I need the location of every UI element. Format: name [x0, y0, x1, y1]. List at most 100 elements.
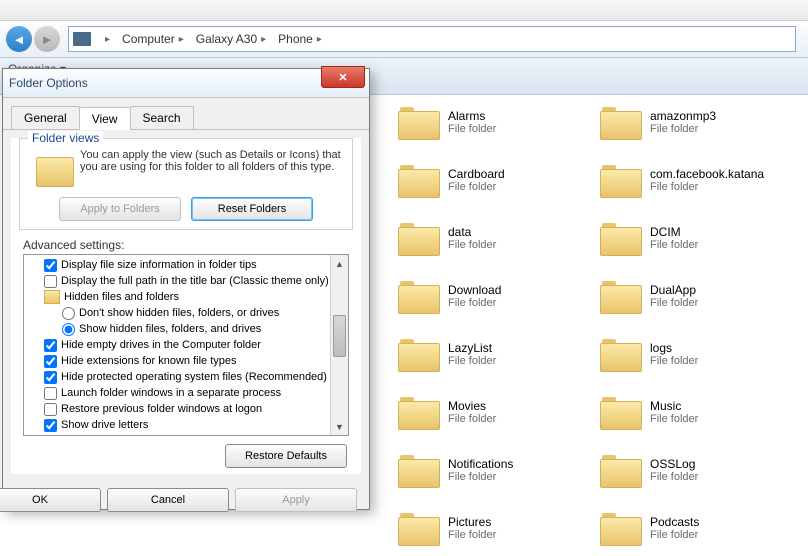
- folder-item[interactable]: CardboardFile folder: [398, 152, 590, 208]
- folder-name: Podcasts: [650, 515, 699, 529]
- breadcrumb-segment[interactable]: Galaxy A30 ▸: [190, 32, 272, 46]
- folder-item[interactable]: PodcastsFile folder: [600, 500, 792, 556]
- tree-label: Display the full path in the title bar (…: [61, 275, 329, 287]
- tree-row[interactable]: Show encrypted or compressed NTFS files …: [26, 433, 346, 436]
- folder-type: File folder: [650, 123, 716, 135]
- folder-item[interactable]: dataFile folder: [398, 210, 590, 266]
- folder-name: Pictures: [448, 515, 496, 529]
- checkbox[interactable]: [44, 275, 57, 288]
- folder-item[interactable]: DownloadFile folder: [398, 268, 590, 324]
- apply-to-folders-button[interactable]: Apply to Folders: [59, 197, 181, 221]
- checkbox[interactable]: [44, 403, 57, 416]
- tree-row[interactable]: Don't show hidden files, folders, or dri…: [26, 305, 346, 321]
- reset-folders-button[interactable]: Reset Folders: [191, 197, 313, 221]
- checkbox[interactable]: [44, 419, 57, 432]
- back-button[interactable]: ◄: [6, 26, 32, 52]
- folder-icon: [44, 290, 60, 304]
- folder-type: File folder: [650, 297, 698, 309]
- tree-row[interactable]: Hide protected operating system files (R…: [26, 369, 346, 385]
- breadcrumb-segment[interactable]: Computer ▸: [116, 32, 190, 46]
- breadcrumb-segment[interactable]: ▸: [95, 34, 116, 45]
- folder-icon: [398, 278, 440, 314]
- tree-row[interactable]: Hide extensions for known file types: [26, 353, 346, 369]
- folder-name: logs: [650, 341, 698, 355]
- address-bar[interactable]: ▸ Computer ▸ Galaxy A30 ▸ Phone ▸: [68, 26, 796, 52]
- folder-name: DCIM: [650, 225, 698, 239]
- computer-icon: [73, 32, 91, 46]
- folder-icon: [36, 151, 72, 187]
- folder-item[interactable]: com.facebook.katanaFile folder: [600, 152, 792, 208]
- tab-general[interactable]: General: [11, 106, 80, 129]
- checkbox[interactable]: [44, 339, 57, 352]
- tree-row[interactable]: Show hidden files, folders, and drives: [26, 321, 346, 337]
- ok-button[interactable]: OK: [0, 488, 101, 512]
- folder-name: Download: [448, 283, 501, 297]
- forward-button[interactable]: ►: [34, 26, 60, 52]
- tree-row[interactable]: Display the full path in the title bar (…: [26, 273, 346, 289]
- checkbox[interactable]: [44, 259, 57, 272]
- folder-type: File folder: [448, 529, 496, 541]
- tree-label: Hidden files and folders: [64, 291, 179, 303]
- folder-item[interactable]: NotificationsFile folder: [398, 442, 590, 498]
- tab-strip: General View Search: [3, 98, 369, 130]
- navigation-bar: ◄ ► ▸ Computer ▸ Galaxy A30 ▸ Phone ▸: [0, 21, 808, 58]
- breadcrumb-label: Phone: [278, 32, 313, 46]
- folder-type: File folder: [650, 181, 764, 193]
- folder-icon: [600, 336, 642, 372]
- tab-search[interactable]: Search: [130, 106, 194, 129]
- folder-item[interactable]: LazyListFile folder: [398, 326, 590, 382]
- folder-options-dialog: Folder Options ✕ General View Search Fol…: [2, 68, 370, 510]
- apply-button[interactable]: Apply: [235, 488, 357, 512]
- checkbox[interactable]: [44, 355, 57, 368]
- folder-name: com.facebook.katana: [650, 167, 764, 181]
- dialog-title: Folder Options: [9, 76, 88, 90]
- folder-item[interactable]: PicturesFile folder: [398, 500, 590, 556]
- folder-type: File folder: [448, 297, 501, 309]
- folder-type: File folder: [448, 355, 496, 367]
- radio[interactable]: [62, 323, 75, 336]
- folder-type: File folder: [650, 471, 698, 483]
- folder-item[interactable]: MoviesFile folder: [398, 384, 590, 440]
- tree-label: Hide protected operating system files (R…: [61, 371, 327, 383]
- folder-item[interactable]: logsFile folder: [600, 326, 792, 382]
- tab-view[interactable]: View: [79, 107, 131, 130]
- checkbox[interactable]: [44, 371, 57, 384]
- scrollbar[interactable]: ▲ ▼: [330, 255, 348, 435]
- checkbox[interactable]: [44, 435, 57, 437]
- scroll-down-icon[interactable]: ▼: [331, 418, 348, 435]
- folder-icon: [398, 162, 440, 198]
- folder-name: data: [448, 225, 496, 239]
- tree-row[interactable]: Hide empty drives in the Computer folder: [26, 337, 346, 353]
- radio[interactable]: [62, 307, 75, 320]
- checkbox[interactable]: [44, 387, 57, 400]
- breadcrumb-segment[interactable]: Phone ▸: [272, 32, 328, 46]
- tree-row[interactable]: Show drive letters: [26, 417, 346, 433]
- folder-item[interactable]: DualAppFile folder: [600, 268, 792, 324]
- chevron-right-icon: ▸: [317, 34, 322, 45]
- folder-item[interactable]: amazonmp3File folder: [600, 94, 792, 150]
- tree-label: Show encrypted or compressed NTFS files …: [61, 435, 309, 436]
- folder-icon: [398, 510, 440, 546]
- scroll-thumb[interactable]: [333, 315, 346, 357]
- advanced-settings-label: Advanced settings:: [23, 238, 349, 252]
- folder-icon: [600, 220, 642, 256]
- tree-row[interactable]: Hidden files and folders: [26, 289, 346, 305]
- folder-views-description: You can apply the view (such as Details …: [80, 147, 344, 173]
- tree-row[interactable]: Restore previous folder windows at logon: [26, 401, 346, 417]
- tree-row[interactable]: Launch folder windows in a separate proc…: [26, 385, 346, 401]
- tree-label: Hide extensions for known file types: [61, 355, 236, 367]
- dialog-titlebar[interactable]: Folder Options ✕: [3, 69, 369, 98]
- tree-label: Display file size information in folder …: [61, 259, 257, 271]
- folder-item[interactable]: OSSLogFile folder: [600, 442, 792, 498]
- close-button[interactable]: ✕: [321, 66, 365, 88]
- folder-item[interactable]: AlarmsFile folder: [398, 94, 590, 150]
- folder-item[interactable]: MusicFile folder: [600, 384, 792, 440]
- restore-defaults-button[interactable]: Restore Defaults: [225, 444, 347, 468]
- advanced-settings-tree[interactable]: Display file size information in folder …: [23, 254, 349, 436]
- folder-icon: [600, 394, 642, 430]
- cancel-button[interactable]: Cancel: [107, 488, 229, 512]
- tree-row[interactable]: Display file size information in folder …: [26, 257, 346, 273]
- folder-item[interactable]: DCIMFile folder: [600, 210, 792, 266]
- folder-icon: [600, 162, 642, 198]
- scroll-up-icon[interactable]: ▲: [331, 255, 348, 272]
